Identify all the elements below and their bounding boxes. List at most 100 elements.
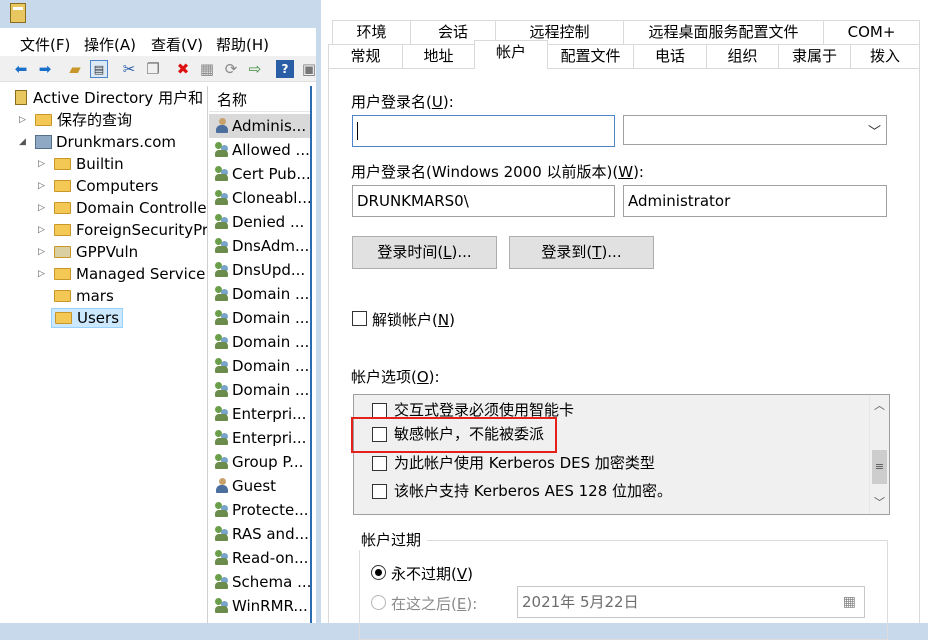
logon-hours-button[interactable]: 登录时间(L)... — [352, 236, 497, 269]
list-item[interactable]: Read-on... — [209, 546, 310, 570]
pre2000-username-input[interactable]: Administrator — [623, 185, 887, 217]
list-item[interactable]: Domain ... — [209, 282, 310, 306]
list-item-label: Enterpri... — [232, 405, 307, 423]
properties-icon[interactable]: ▦ — [198, 60, 216, 78]
menu-view[interactable]: 查看(V) — [151, 34, 203, 55]
expiry-date-picker[interactable]: 2021年 5月22日 ▦ — [517, 586, 865, 618]
tab-rds-profile[interactable]: 远程桌面服务配置文件 — [623, 20, 824, 45]
copy-icon[interactable]: ❐ — [144, 60, 162, 78]
console-icon[interactable]: ▣ — [300, 60, 316, 78]
up-folder-icon[interactable]: ▰ — [66, 60, 84, 78]
tree-item-mars[interactable]: mars — [54, 285, 114, 307]
collapse-arrow-icon[interactable]: ◢ — [19, 131, 29, 153]
list-item[interactable]: Enterpri... — [209, 402, 310, 426]
list-item[interactable]: WinRMR... — [209, 594, 310, 618]
end-of-radio[interactable] — [371, 595, 386, 610]
folder-icon — [54, 158, 71, 170]
tree-saved-queries[interactable]: ▷ 保存的查询 — [19, 109, 132, 131]
tab-environment[interactable]: 环境 — [332, 20, 411, 45]
tab-profile[interactable]: 配置文件 — [547, 44, 634, 69]
tree-item-users[interactable]: Users — [51, 307, 124, 329]
tab-member-of[interactable]: 隶属于 — [778, 44, 851, 69]
tree-root[interactable]: Active Directory 用户和 — [15, 87, 203, 109]
list-item-label: Domain ... — [232, 285, 310, 303]
list-item[interactable]: Domain ... — [209, 378, 310, 402]
list-item-label: Group P... — [232, 453, 304, 471]
checkbox[interactable] — [372, 484, 387, 499]
list-item-label: DnsUpd... — [232, 261, 306, 279]
tree-item-managed-service[interactable]: ▷ Managed Service — [38, 263, 205, 285]
expand-arrow-icon[interactable]: ▷ — [38, 241, 48, 263]
list-item[interactable]: DnsUpd... — [209, 258, 310, 282]
expand-arrow-icon[interactable]: ▷ — [38, 263, 48, 285]
logon-to-button[interactable]: 登录到(T)... — [509, 236, 654, 269]
expand-arrow-icon[interactable]: ▷ — [38, 219, 48, 241]
tab-telephones[interactable]: 电话 — [633, 44, 707, 69]
tab-account[interactable]: 帐户 — [474, 40, 548, 69]
domain-icon — [35, 135, 52, 149]
tab-address[interactable]: 地址 — [402, 44, 475, 69]
folder-icon — [54, 268, 71, 280]
list-item[interactable]: Domain ... — [209, 354, 310, 378]
logon-name-input[interactable] — [352, 115, 615, 147]
back-arrow-icon[interactable]: ⬅ — [12, 60, 30, 78]
tree-item-gppvuln[interactable]: ▷ GPPVuln — [38, 241, 138, 263]
folder-icon — [54, 180, 71, 192]
help-icon[interactable]: ? — [276, 60, 294, 78]
chevron-down-icon[interactable]: ﹀ — [868, 121, 881, 140]
tab-com-plus[interactable]: COM+ — [823, 20, 920, 45]
scroll-thumb[interactable]: ≡ — [872, 450, 887, 484]
tab-dial-in[interactable]: 拨入 — [850, 44, 920, 69]
tree-domain[interactable]: ◢ Drunkmars.com — [19, 131, 176, 153]
forward-arrow-icon[interactable]: ➡ — [36, 60, 54, 78]
list-item[interactable]: Domain ... — [209, 330, 310, 354]
expand-arrow-icon[interactable]: ▷ — [19, 109, 29, 131]
cut-icon[interactable]: ✂ — [120, 60, 138, 78]
scroll-down-icon[interactable]: ﹀ — [870, 494, 889, 512]
list-item[interactable]: Cloneabl... — [209, 186, 310, 210]
refresh-icon[interactable]: ⟳ — [222, 60, 240, 78]
options-scrollbar[interactable]: ︿ ≡ ﹀ — [869, 395, 889, 514]
expand-arrow-icon[interactable]: ▷ — [38, 197, 48, 219]
list-item[interactable]: Adminis... — [209, 114, 310, 138]
group-icon — [215, 405, 229, 421]
list-item[interactable]: Group P... — [209, 450, 310, 474]
checkbox[interactable] — [372, 403, 387, 418]
checkbox[interactable] — [372, 456, 387, 471]
show-tree-icon[interactable]: ▤ — [90, 60, 108, 78]
calendar-icon[interactable]: ▦ — [843, 587, 856, 617]
list-item[interactable]: Guest — [209, 474, 310, 498]
unlock-account-checkbox[interactable] — [352, 311, 367, 326]
list-item[interactable]: Denied ... — [209, 210, 310, 234]
column-header-name[interactable]: 名称 — [209, 88, 310, 112]
list-item[interactable]: Schema ... — [209, 570, 310, 594]
list-item[interactable]: Domain ... — [209, 306, 310, 330]
app-icon — [10, 3, 26, 23]
upn-suffix-dropdown[interactable]: ﹀ — [623, 115, 887, 145]
list-item[interactable]: Enterpri... — [209, 426, 310, 450]
tree-item-builtin[interactable]: ▷ Builtin — [38, 153, 124, 175]
export-icon[interactable]: ⇨ — [246, 60, 264, 78]
menu-action[interactable]: 操作(A) — [84, 34, 136, 55]
delete-icon[interactable]: ✖ — [174, 60, 192, 78]
scroll-up-icon[interactable]: ︿ — [870, 397, 889, 415]
list-item[interactable]: RAS and... — [209, 522, 310, 546]
tab-general[interactable]: 常规 — [328, 44, 403, 69]
tree-item-domain-controllers[interactable]: ▷ Domain Controller — [38, 197, 207, 219]
list-item[interactable]: Protecte... — [209, 498, 310, 522]
expand-arrow-icon[interactable]: ▷ — [38, 153, 48, 175]
menu-help[interactable]: 帮助(H) — [216, 34, 269, 55]
tree-item-foreign-security[interactable]: ▷ ForeignSecurityPr — [38, 219, 207, 241]
list-item[interactable]: Allowed ... — [209, 138, 310, 162]
expand-arrow-icon[interactable]: ▷ — [38, 175, 48, 197]
tab-organization[interactable]: 组织 — [706, 44, 779, 69]
never-expires-radio[interactable] — [371, 565, 386, 580]
menu-file[interactable]: 文件(F) — [20, 34, 70, 55]
folder-icon — [54, 224, 71, 236]
list-item-label: WinRMR... — [232, 597, 308, 615]
mmc-window: 文件(F) 操作(A) 查看(V) 帮助(H) ⬅ ➡ ▰ ▤ ✂ ❐ ✖ ▦ … — [0, 0, 316, 623]
list-item[interactable]: Cert Pub... — [209, 162, 310, 186]
tree-item-computers[interactable]: ▷ Computers — [38, 175, 158, 197]
folder-icon — [54, 202, 71, 214]
list-item[interactable]: DnsAdm... — [209, 234, 310, 258]
